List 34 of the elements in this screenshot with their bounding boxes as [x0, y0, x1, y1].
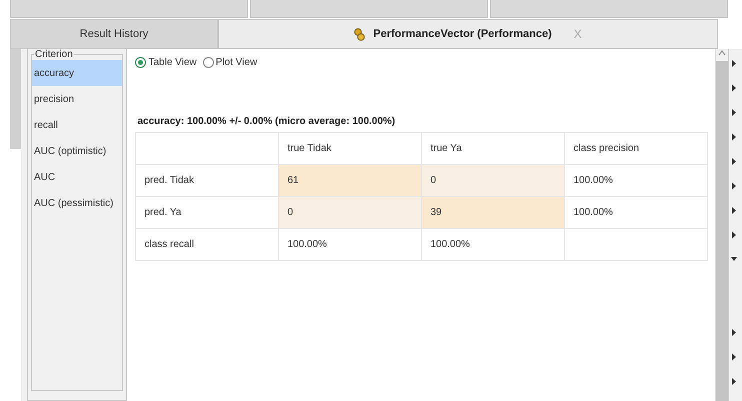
criterion-item[interactable]: AUC (pessimistic) [32, 190, 122, 216]
table-cell: 100.00% [422, 228, 565, 260]
scrollbar[interactable] [715, 49, 728, 401]
table-cell: 39 [422, 196, 565, 228]
criterion-item[interactable]: recall [32, 112, 122, 138]
scroll-up-icon[interactable] [718, 49, 726, 57]
radio-icon[interactable] [135, 57, 146, 68]
radio-option[interactable]: Plot View [202, 57, 258, 68]
criterion-item[interactable]: AUC (optimistic) [32, 138, 122, 164]
tab[interactable] [10, 0, 248, 18]
tab[interactable]: PerformanceVector (Performance) X [218, 19, 718, 49]
table-cell: 0 [278, 196, 422, 228]
criterion-item[interactable]: accuracy [32, 60, 122, 86]
table-cell: pred. Ya [136, 196, 279, 228]
accuracy-summary: accuracy: 100.00% +/- 0.00% (micro average: 100.00%) [137, 116, 396, 129]
criterion-item[interactable]: precision [32, 86, 122, 112]
table-cell: 61 [278, 164, 422, 196]
tab[interactable]: Result History [10, 19, 218, 49]
criterion-item[interactable]: AUC [32, 164, 122, 190]
group-title: Criterion [34, 49, 74, 60]
tab[interactable] [250, 0, 488, 18]
coins-icon [354, 28, 366, 40]
table-cell: class recall [136, 228, 279, 260]
column-header: true Ya [422, 132, 565, 164]
table-cell: 100.00% [278, 228, 422, 260]
table-cell: pred. Tidak [136, 164, 279, 196]
radio-icon[interactable] [202, 57, 214, 68]
radio-option[interactable]: Table View [135, 57, 197, 68]
column-header: true Tidak [278, 132, 422, 164]
column-header: class precision [564, 132, 708, 164]
tab[interactable] [490, 0, 728, 18]
table-cell: 100.00% [564, 196, 708, 228]
table-cell: 100.00% [564, 164, 708, 196]
table-cell: 0 [422, 164, 565, 196]
